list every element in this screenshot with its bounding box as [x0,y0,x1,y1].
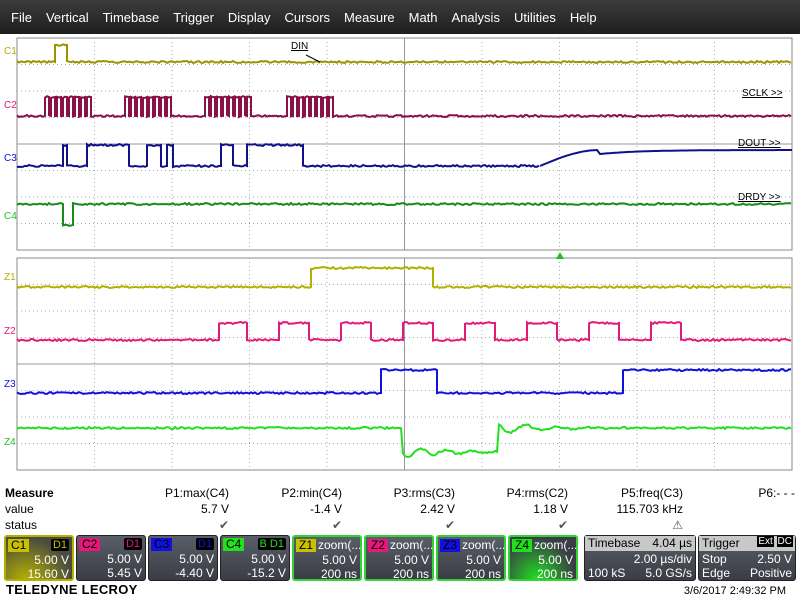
timebase-delay: 4.04 µs [652,536,692,550]
timebase-samples: 100 kS [588,566,625,580]
channel-card-c1[interactable]: C1 D1 5.00 V 15.60 V [4,535,74,581]
channel-card-c3[interactable]: C3 D1 5.00 V -4.40 V [148,535,218,581]
channel-tag-c3[interactable]: C3 [4,153,17,164]
value-label: value [5,502,34,516]
channel-tag-c4[interactable]: C4 [4,211,17,222]
channel-tag-c2[interactable]: C2 [4,100,17,111]
card-tag: C3 [151,538,172,551]
waveform-display[interactable] [0,0,800,480]
brand-logo: TELEDYNE LECROY [6,582,138,597]
trace-label-dout: DOUT >> [738,138,781,149]
trace-label-din: DIN [291,41,308,52]
trigger-coupling-badge: DC [777,536,793,547]
card-tag: C2 [79,538,100,551]
card-scale: 5.00 V [107,552,142,566]
measure-title: Measure [5,486,54,500]
card-title: zoom(... [318,538,361,552]
channel-card-z4[interactable]: Z4 zoom(... 5.00 V 200 ns [508,535,578,581]
trigger-mode: Stop [702,552,727,566]
trace-label-drdy: DRDY >> [738,192,781,203]
channel-descriptor-bar: C1 D1 5.00 V 15.60 V C2 D1 5.00 V 5.45 V C3 D1 5.0… [0,535,800,581]
measure-status-p2: ✔ [232,518,342,532]
datetime: 3/6/2017 2:49:32 PM [684,585,786,597]
measure-value-p3: 2.42 V [345,502,455,516]
card-title: zoom(... [390,538,433,552]
trace-label-sclk: SCLK >> [742,88,783,99]
card-scale: 5.00 V [179,552,214,566]
card-badge: B D1 [258,538,286,550]
card-scale: 5.00 V [394,553,429,567]
measure-value-p2: -1.4 V [232,502,342,516]
measure-value-p5: 115.703 kHz [573,502,683,516]
trigger-slope: Positive [750,566,792,580]
channel-card-c2[interactable]: C2 D1 5.00 V 5.45 V [76,535,146,581]
status-label: status [5,518,37,532]
measure-status-p4: ✔ [458,518,568,532]
card-scale: 5.00 V [251,552,286,566]
card-tag: C1 [8,539,29,552]
card-title: zoom(... [462,538,505,552]
timebase-rate: 5.0 GS/s [645,566,692,580]
trigger-position-marker [556,252,564,259]
measure-name-p1[interactable]: P1:max(C4) [119,486,229,500]
card-tag: Z3 [440,539,460,552]
measure-name-p6[interactable]: P6:- - - [685,486,795,500]
timebase-label: Timebase [588,536,640,550]
card-offset: 200 ns [393,567,429,581]
measure-name-p5[interactable]: P5:freq(C3) [573,486,683,500]
measure-value-p4: 1.18 V [458,502,568,516]
trigger-level: 2.50 V [757,552,792,566]
channel-tag-c1[interactable]: C1 [4,46,17,57]
trigger-source-badge: Ext [757,536,773,547]
measure-status-p1: ✔ [119,518,229,532]
card-tag: Z4 [512,539,532,552]
channel-card-z1[interactable]: Z1 zoom(... 5.00 V 200 ns [292,535,362,581]
card-badge: D1 [124,538,142,550]
card-tag: C4 [223,538,244,551]
card-offset: 200 ns [537,567,573,581]
card-offset: 200 ns [465,567,501,581]
card-offset: 5.45 V [107,566,142,580]
measure-status-p3: ✔ [345,518,455,532]
timebase-div: 2.00 µs/div [634,552,692,566]
measure-status-p5: ⚠ [573,518,683,532]
card-title: zoom(... [534,538,577,552]
card-scale: 5.00 V [322,553,357,567]
timebase-card[interactable]: Timebase 4.04 µs 2.00 µs/div 100 kS 5.0 GS/s [584,535,696,581]
card-scale: 5.00 V [538,553,573,567]
channel-card-z2[interactable]: Z2 zoom(... 5.00 V 200 ns [364,535,434,581]
card-offset: 15.60 V [28,567,69,581]
trigger-label: Trigger [702,536,740,550]
channel-tag-z4[interactable]: Z4 [4,437,16,448]
measure-name-p4[interactable]: P4:rms(C2) [458,486,568,500]
measure-name-p3[interactable]: P3:rms(C3) [345,486,455,500]
channel-tag-z1[interactable]: Z1 [4,272,16,283]
card-badge: D1 [196,538,214,550]
card-offset: 200 ns [321,567,357,581]
channel-card-z3[interactable]: Z3 zoom(... 5.00 V 200 ns [436,535,506,581]
card-offset: -4.40 V [175,566,214,580]
trigger-type: Edge [702,566,730,580]
card-tag: Z1 [296,539,316,552]
measure-value-p1: 5.7 V [119,502,229,516]
channel-tag-z2[interactable]: Z2 [4,326,16,337]
channel-tag-z3[interactable]: Z3 [4,379,16,390]
card-badge: D1 [51,539,69,551]
card-offset: -15.2 V [247,566,286,580]
card-scale: 5.00 V [34,553,69,567]
measure-name-p2[interactable]: P2:min(C4) [232,486,342,500]
trigger-card[interactable]: Trigger Ext DC Stop 2.50 V Edge Positive [698,535,796,581]
card-scale: 5.00 V [466,553,501,567]
channel-card-c4[interactable]: C4 B D1 5.00 V -15.2 V [220,535,290,581]
card-tag: Z2 [368,539,388,552]
